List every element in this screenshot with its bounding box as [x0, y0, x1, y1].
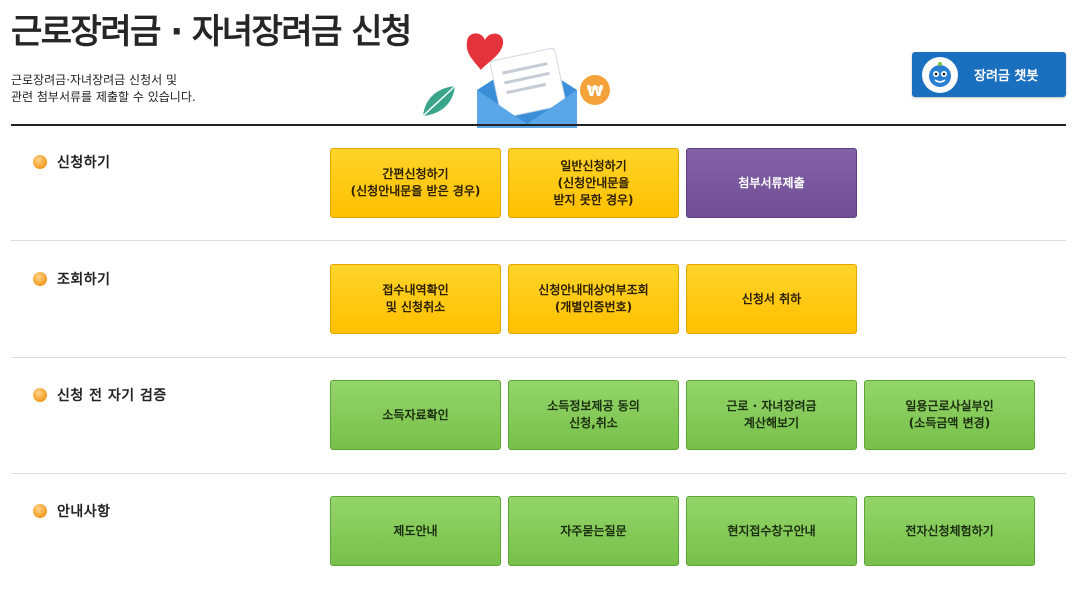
income-data-check-button[interactable]: 소득자료확인 — [330, 380, 501, 450]
section-divider — [11, 240, 1066, 241]
chatbot-mascot-icon — [922, 56, 958, 93]
simple-apply-button[interactable]: 간편신청하기 (신청안내문을 받은 경우) — [330, 148, 501, 218]
page-title: 근로장려금 · 자녀장려금 신청 — [11, 12, 412, 52]
leaf-icon — [422, 85, 456, 117]
chatbot-button[interactable]: 장려금 챗봇 — [912, 52, 1066, 97]
chatbot-label: 장려금 챗봇 — [974, 69, 1039, 84]
section-title-self-verify: 신청 전 자기 검증 — [33, 385, 167, 405]
section-title-apply: 신청하기 — [33, 152, 111, 172]
bullet-icon — [33, 272, 47, 286]
attach-documents-button[interactable]: 첨부서류제출 — [686, 148, 857, 218]
section-divider — [11, 473, 1066, 474]
header-divider — [11, 124, 1066, 126]
header-illustration: ₩ — [422, 33, 610, 128]
svg-text:₩: ₩ — [587, 82, 604, 100]
description-line-2: 관련 첨부서류를 제출할 수 있습니다. — [11, 90, 196, 104]
bullet-icon — [33, 504, 47, 518]
faq-button[interactable]: 자주묻는질문 — [508, 496, 679, 566]
income-info-consent-button[interactable]: 소득정보제공 동의 신청,취소 — [508, 380, 679, 450]
check-receipt-button[interactable]: 접수내역확인 및 신청취소 — [330, 264, 501, 334]
bullet-icon — [33, 155, 47, 169]
section-title-guide: 안내사항 — [33, 501, 111, 521]
calculate-incentive-button[interactable]: 근로 · 자녀장려금 계산해보기 — [686, 380, 857, 450]
won-coin-icon: ₩ — [580, 75, 610, 105]
section-divider — [11, 357, 1066, 358]
withdraw-application-button[interactable]: 신청서 취하 — [686, 264, 857, 334]
general-apply-button[interactable]: 일반신청하기 (신청안내문을 받지 못한 경우) — [508, 148, 679, 218]
daily-work-denial-button[interactable]: 일용근로사실부인 (소득금액 변경) — [864, 380, 1035, 450]
section-title-inquiry: 조회하기 — [33, 269, 111, 289]
bullet-icon — [33, 388, 47, 402]
system-guide-button[interactable]: 제도안내 — [330, 496, 501, 566]
onsite-counter-guide-button[interactable]: 현지접수창구안내 — [686, 496, 857, 566]
e-application-demo-button[interactable]: 전자신청체험하기 — [864, 496, 1035, 566]
eligibility-inquiry-button[interactable]: 신청안내대상여부조회 (개별인증번호) — [508, 264, 679, 334]
description-line-1: 근로장려금·자녀장려금 신청서 및 — [11, 73, 178, 87]
page-description: 근로장려금·자녀장려금 신청서 및 관련 첨부서류를 제출할 수 있습니다. — [11, 72, 196, 106]
